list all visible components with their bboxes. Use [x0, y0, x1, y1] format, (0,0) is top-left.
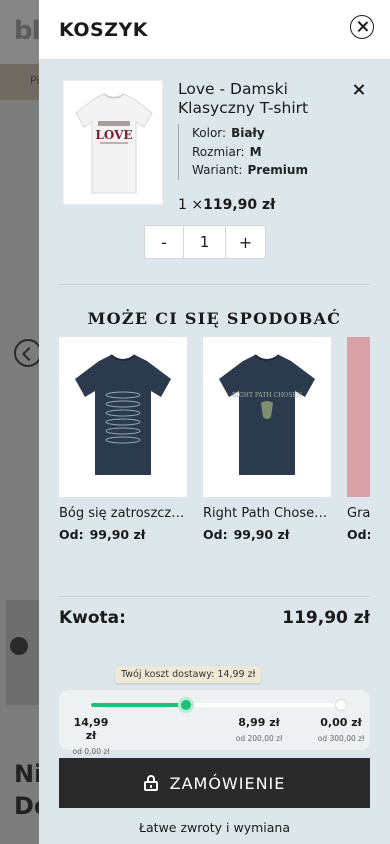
shipping-tier: 14,99 zł od 0,00 zł [69, 716, 113, 756]
shipping-progress-knob [178, 697, 194, 713]
recommendation-price: Od: 99,90 zł [203, 527, 331, 542]
quantity-prefix: 1 × [178, 197, 204, 213]
cart-item-price: 1 ×119,90 zł [178, 197, 275, 213]
attribute-value: M [249, 144, 262, 159]
recommendation-image[interactable] [347, 337, 370, 497]
recommendation-card[interactable]: RIGHT PATH CHOSEN Right Path Chose… Od: 9… [203, 337, 331, 542]
total-label: Kwota: [59, 608, 126, 628]
returns-link[interactable]: Łatwe zwroty i wymiana [39, 820, 390, 835]
recommendation-name[interactable]: Bóg się zatroszczy… [59, 506, 187, 521]
quantity-stepper: - 1 + [144, 225, 266, 259]
tier-price: 8,99 zł [238, 716, 280, 729]
shipping-progress: 14,99 zł od 0,00 zł 8,99 zł od 200,00 zł… [59, 690, 370, 756]
tier-minimum: od 200,00 zł [235, 734, 283, 743]
recommendation-card[interactable]: Gra Od: [347, 337, 370, 542]
recommendation-name[interactable]: Gra [347, 506, 370, 521]
cart-title: KOSZYK [59, 19, 148, 41]
price-prefix: Od: [59, 527, 84, 542]
lock-icon [143, 775, 158, 791]
background-logo: bl [14, 16, 41, 46]
cart-drawer: KOSZYK LOVE Love - Damski Klasyczny T-sh… [39, 0, 390, 844]
shipping-tooltip: Twój koszt dostawy: 14,99 zł [115, 666, 262, 683]
attribute-value: Premium [247, 163, 308, 177]
attribute-size: Rozmiar: M [192, 143, 308, 162]
cart-item-image[interactable]: LOVE [63, 80, 163, 205]
decrease-button[interactable]: - [145, 226, 184, 258]
price-prefix: Od: [203, 527, 228, 542]
tier-price: 14,99 zł [73, 716, 109, 742]
recommendation-image[interactable]: RIGHT PATH CHOSEN [203, 337, 331, 497]
tier-minimum: od 0,00 zł [72, 747, 110, 756]
close-icon[interactable] [350, 15, 374, 39]
recommendation-card[interactable]: Bóg się zatroszczy… Od: 99,90 zł [59, 337, 187, 542]
recommendation-name[interactable]: Right Path Chose… [203, 506, 331, 521]
price-prefix: Od: [347, 527, 370, 542]
background-prev-arrow-icon [14, 339, 42, 367]
shipping-progress-fill [91, 703, 186, 707]
tier-minimum: od 300,00 zł [317, 734, 365, 743]
attribute-label: Kolor: [192, 126, 227, 140]
navy-tshirt-icon [75, 354, 171, 475]
tier-price: 0,00 zł [320, 716, 362, 729]
order-button-label: ZAMÓWIENIE [169, 773, 286, 793]
cart-item-name[interactable]: Love - Damski Klasyczny T-shirt [178, 80, 348, 118]
navy-tshirt-icon: RIGHT PATH CHOSEN [219, 354, 315, 475]
recommendation-image[interactable] [59, 337, 187, 497]
shipping-tier: 8,99 zł od 200,00 zł [233, 716, 285, 743]
attribute-label: Rozmiar: [192, 144, 245, 159]
shipping-progress-end-dot [335, 699, 347, 711]
cart-item-attributes: Kolor: Biały Rozmiar: M Wariant: Premium [178, 124, 308, 180]
white-tshirt-icon: LOVE [75, 93, 153, 194]
attribute-value: Biały [231, 126, 265, 140]
price-value: 99,90 zł [233, 527, 290, 542]
attribute-variant: Wariant: Premium [192, 161, 308, 180]
print-text: RIGHT PATH CHOSEN [232, 392, 302, 399]
background-thumb-arrow-icon [10, 637, 28, 655]
total-value: 119,90 zł [282, 608, 370, 628]
shipping-tier: 0,00 zł od 300,00 zł [315, 716, 367, 743]
recommendation-price: Od: 99,90 zł [59, 527, 187, 542]
remove-item-icon[interactable] [351, 82, 367, 98]
divider [59, 284, 370, 285]
increase-button[interactable]: + [226, 226, 265, 258]
recommendations-title: MOŻE CI SIĘ SPODOBAĆ [87, 309, 342, 328]
price-value: 119,90 zł [203, 197, 276, 213]
price-value: 99,90 zł [89, 527, 146, 542]
shirt-print-text: LOVE [95, 128, 132, 142]
shipping-progress-track [91, 697, 347, 713]
divider [59, 596, 370, 597]
quantity-input[interactable]: 1 [184, 226, 226, 258]
order-button[interactable]: ZAMÓWIENIE [59, 758, 370, 808]
attribute-label: Wariant: [192, 163, 243, 177]
cart-header: KOSZYK [39, 0, 390, 60]
recommendation-price: Od: [347, 527, 370, 542]
attribute-color: Kolor: Biały [192, 124, 308, 143]
